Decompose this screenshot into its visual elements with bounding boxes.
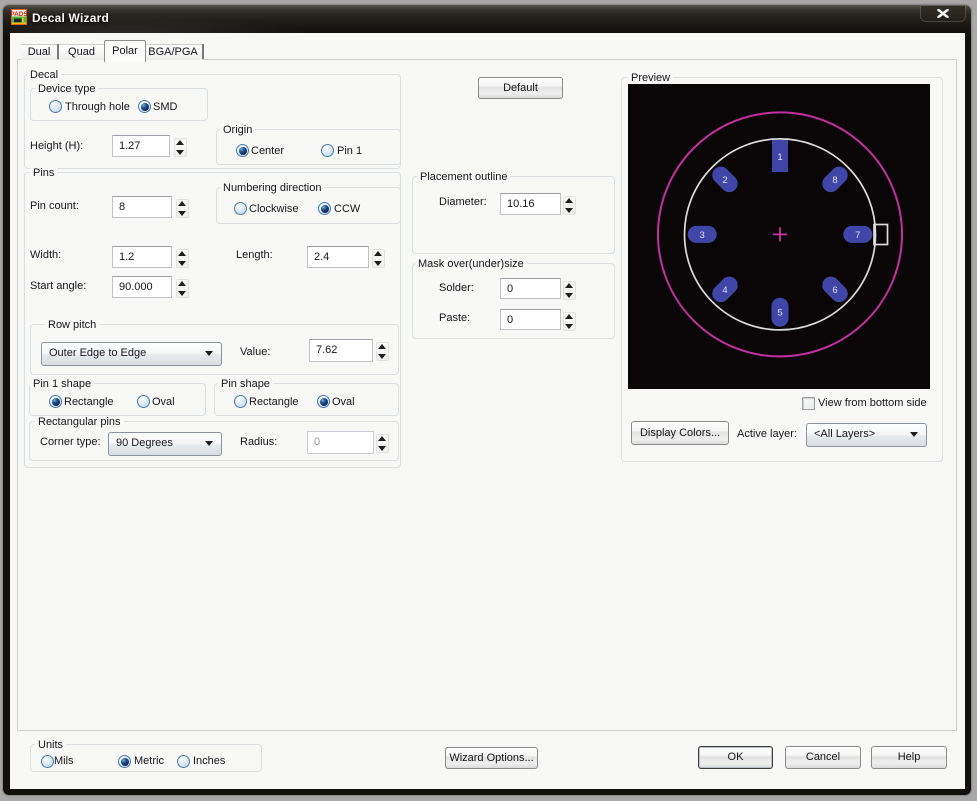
svg-text:3: 3 [700,230,705,241]
svg-text:1: 1 [777,152,782,163]
svg-text:7: 7 [855,230,860,241]
svg-text:5: 5 [777,308,782,319]
svg-text:6: 6 [832,285,837,296]
svg-text:4: 4 [722,285,727,296]
svg-text:2: 2 [722,175,727,186]
svg-text:8: 8 [832,175,837,186]
